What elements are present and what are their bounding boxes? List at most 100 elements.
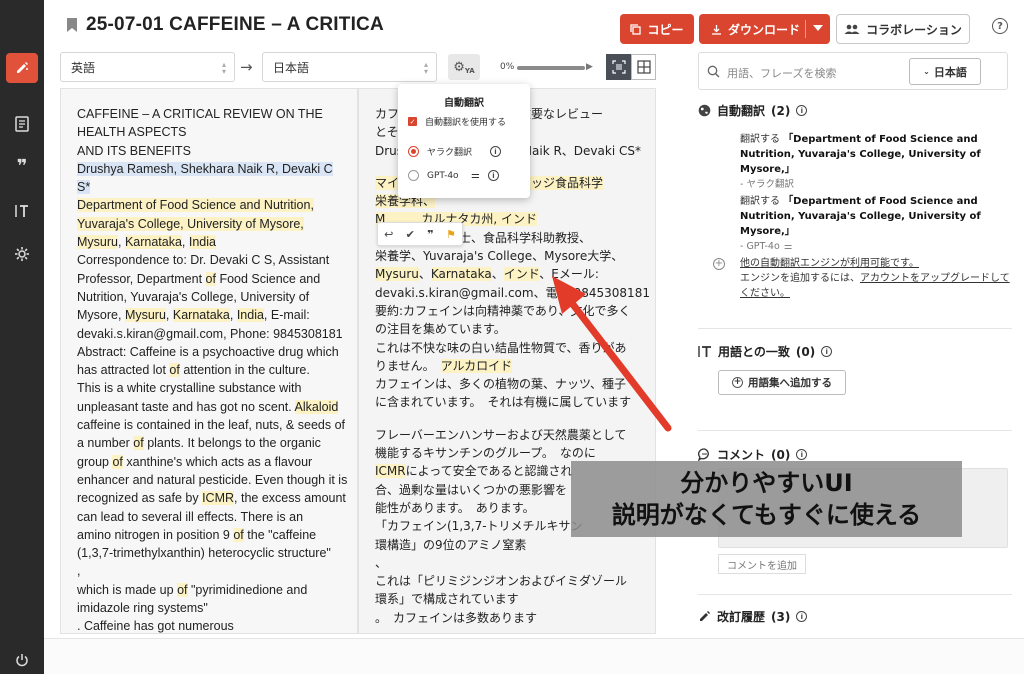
segment-line[interactable]: caffeine is contained in the leaf, nuts,… <box>77 416 349 434</box>
glossary-term[interactable]: of <box>205 271 216 286</box>
segment-line[interactable]: has attracted lot of attention in the cu… <box>77 361 349 379</box>
copy-button[interactable]: コピー <box>620 14 694 44</box>
glossary-term[interactable]: Karnataka <box>172 308 230 323</box>
segment-line[interactable]: これは「ピリミジンジオンおよびイミダゾール <box>375 572 651 590</box>
segment-line[interactable]: unpleasant taste and has got no scent. A… <box>77 398 349 416</box>
use-auto-translate-row[interactable]: ✓ 自動翻訳を使用する <box>408 115 506 128</box>
segment-line[interactable]: 。 カフェインは多数あります <box>375 609 651 627</box>
segment-line[interactable]: Mysuru, Karnataka, India <box>77 233 349 251</box>
glossary-term[interactable]: of <box>169 363 180 378</box>
radio-icon[interactable] <box>408 170 419 181</box>
auto-translate-section-header[interactable]: 自動翻訳 (2) i <box>698 102 808 119</box>
glossary-term[interactable]: インド <box>503 267 540 282</box>
segment-line[interactable]: amino nitrogen in position 9 of the "caf… <box>77 526 349 544</box>
sliders-icon[interactable]: ⚌ <box>471 170 480 181</box>
play-icon[interactable]: ▶ <box>586 62 593 72</box>
glossary-term[interactable]: of <box>177 582 188 597</box>
glossary-term[interactable]: India <box>188 235 216 250</box>
segment-line[interactable]: HEALTH ASPECTS <box>77 123 349 141</box>
segment-line[interactable]: 環系」で構成されています <box>375 590 651 608</box>
text-format-icon[interactable] <box>12 201 32 221</box>
segment-line[interactable]: 、 <box>375 554 651 572</box>
radio-selected-icon[interactable] <box>408 146 419 157</box>
help-icon[interactable]: ? <box>992 18 1008 34</box>
term-search[interactable]: 用語、フレーズを検索 ⌄ 日本語 <box>698 52 1008 90</box>
engine-yaraku-row[interactable]: ヤラク翻訳 i <box>408 145 501 158</box>
power-icon[interactable] <box>12 650 32 670</box>
segment-line[interactable]: This is a white crystalline substance wi… <box>77 379 349 397</box>
info-icon[interactable]: i <box>821 346 833 357</box>
glossary-section-header[interactable]: 用語との一致 (0) i <box>698 343 833 360</box>
segment-line[interactable]: Drushya Ramesh, Shekhara Naik R, Devaki … <box>77 160 349 197</box>
info-icon[interactable]: i <box>490 146 501 157</box>
segment-line[interactable]: which is made up of "pyrimidinedione and <box>77 581 349 599</box>
collaboration-button[interactable]: コラボレーション <box>836 14 970 44</box>
segment-line[interactable]: Mysore, Mysuru, Karnataka, India, E-mail… <box>77 306 349 324</box>
segment-line[interactable]: imidazole ring systems" <box>77 599 349 617</box>
search-language-select[interactable]: ⌄ 日本語 <box>909 58 981 85</box>
checkbox-checked-icon[interactable]: ✓ <box>408 117 417 126</box>
flag-icon[interactable]: ⚑ <box>446 228 456 241</box>
document-icon[interactable] <box>12 114 32 134</box>
glossary-term[interactable]: of <box>233 527 244 542</box>
segment-line[interactable]: Professor, Department of Food Science an… <box>77 270 349 288</box>
segment-line[interactable]: . Caffeine has got numerous <box>77 617 349 633</box>
glossary-term[interactable]: Karnataka <box>124 235 182 250</box>
source-language-select[interactable]: 英語 ▴ ▾ <box>60 52 235 82</box>
segment-line[interactable]: Abstract: Caffeine is a psychoactive dru… <box>77 343 349 361</box>
glossary-term[interactable]: of <box>133 436 144 451</box>
confirm-icon[interactable]: ✔ <box>406 228 415 241</box>
segment-line[interactable]: 環構造」の9位のアミノ窒素 <box>375 536 651 554</box>
glossary-term[interactable]: Mysuru <box>375 267 419 282</box>
settings-icon[interactable] <box>12 244 32 264</box>
add-engine-icon[interactable]: + <box>713 258 725 270</box>
segment-line[interactable]: Correspondence to: Dr. Devaki C S, Assis… <box>77 251 349 269</box>
info-icon[interactable]: i <box>796 611 808 622</box>
segment-line[interactable]: 機能するキサンチンのグループ。 なのに <box>375 444 651 462</box>
segment-line[interactable]: Department of Food Science and Nutrition… <box>77 196 349 214</box>
segment-line[interactable]: devaki.s.kiran@gmail.com, Phone: 9845308… <box>77 325 349 343</box>
quote-icon[interactable]: ❞ <box>12 156 32 177</box>
sliders-icon[interactable]: ⚌ <box>784 239 793 254</box>
suggestion-item[interactable]: 翻訳する 「Department of Food Science and Nut… <box>740 132 1012 192</box>
segment-line[interactable]: , <box>77 562 349 580</box>
segment-line[interactable]: Nutrition, Yuvaraja's College, Universit… <box>77 288 349 306</box>
glossary-term[interactable]: Mysuru <box>124 308 166 323</box>
glossary-term[interactable]: ICMR <box>202 491 235 506</box>
glossary-term[interactable]: ICMR <box>375 464 406 479</box>
segment-line[interactable]: can lead to several ill effects. There i… <box>77 508 349 526</box>
edit-icon[interactable] <box>6 53 38 83</box>
glossary-term[interactable]: Alkaloid <box>294 399 339 414</box>
engine-gpt-row[interactable]: GPT-4o ⚌ i <box>408 170 499 181</box>
segment-line[interactable]: recognized as safe by ICMR, the excess a… <box>77 489 349 507</box>
segment-line[interactable]: group of xanthine's which acts as a flav… <box>77 453 349 471</box>
glossary-term[interactable]: アルカロイド <box>440 358 513 373</box>
add-comment-button[interactable]: コメントを追加 <box>718 554 806 574</box>
info-icon[interactable]: i <box>796 449 808 460</box>
segment-line[interactable]: Yuvaraja's College, University of Mysore… <box>77 215 349 233</box>
info-icon[interactable]: i <box>796 105 808 116</box>
undo-icon[interactable]: ↩ <box>384 228 393 241</box>
segment-line[interactable]: a number of plants. It belongs to the or… <box>77 434 349 452</box>
history-section-header[interactable]: 改訂履歴 (3) i <box>698 608 808 625</box>
download-button[interactable]: ダウンロード <box>699 14 830 44</box>
search-input[interactable]: 用語、フレーズを検索 <box>727 65 836 81</box>
glossary-term[interactable]: of <box>112 454 123 469</box>
quote-icon[interactable]: ❞ <box>427 228 433 241</box>
suggestion-item[interactable]: 翻訳する 「Department of Food Science and Nut… <box>740 194 1012 254</box>
segment-line[interactable]: 栄養学、Yuvaraja's College、Mysore大学、 <box>375 247 651 265</box>
chevron-down-icon[interactable] <box>813 25 823 31</box>
segment-line[interactable]: AND ITS BENEFITS <box>77 142 349 160</box>
glossary-term[interactable]: Karnataka <box>430 267 492 282</box>
split-view-button[interactable] <box>606 54 631 80</box>
table-view-button[interactable] <box>631 54 656 80</box>
info-icon[interactable]: i <box>487 170 499 181</box>
glossary-term[interactable]: Mysuru <box>77 235 118 250</box>
segment-line[interactable]: enhancer and natural pesticide. Even tho… <box>77 471 349 489</box>
glossary-term[interactable]: India <box>236 308 264 323</box>
target-language-select[interactable]: 日本語 ▴ ▾ <box>262 52 437 82</box>
segment-line[interactable]: (1,3,7-trimethylxanthin) heterocyclic st… <box>77 544 349 562</box>
add-to-glossary-button[interactable]: + 用語集へ追加する <box>718 370 846 395</box>
segment-line[interactable]: CAFFEINE – A CRITICAL REVIEW ON THE <box>77 105 349 123</box>
auto-translate-toggle[interactable]: ⚙ YA <box>448 54 480 80</box>
